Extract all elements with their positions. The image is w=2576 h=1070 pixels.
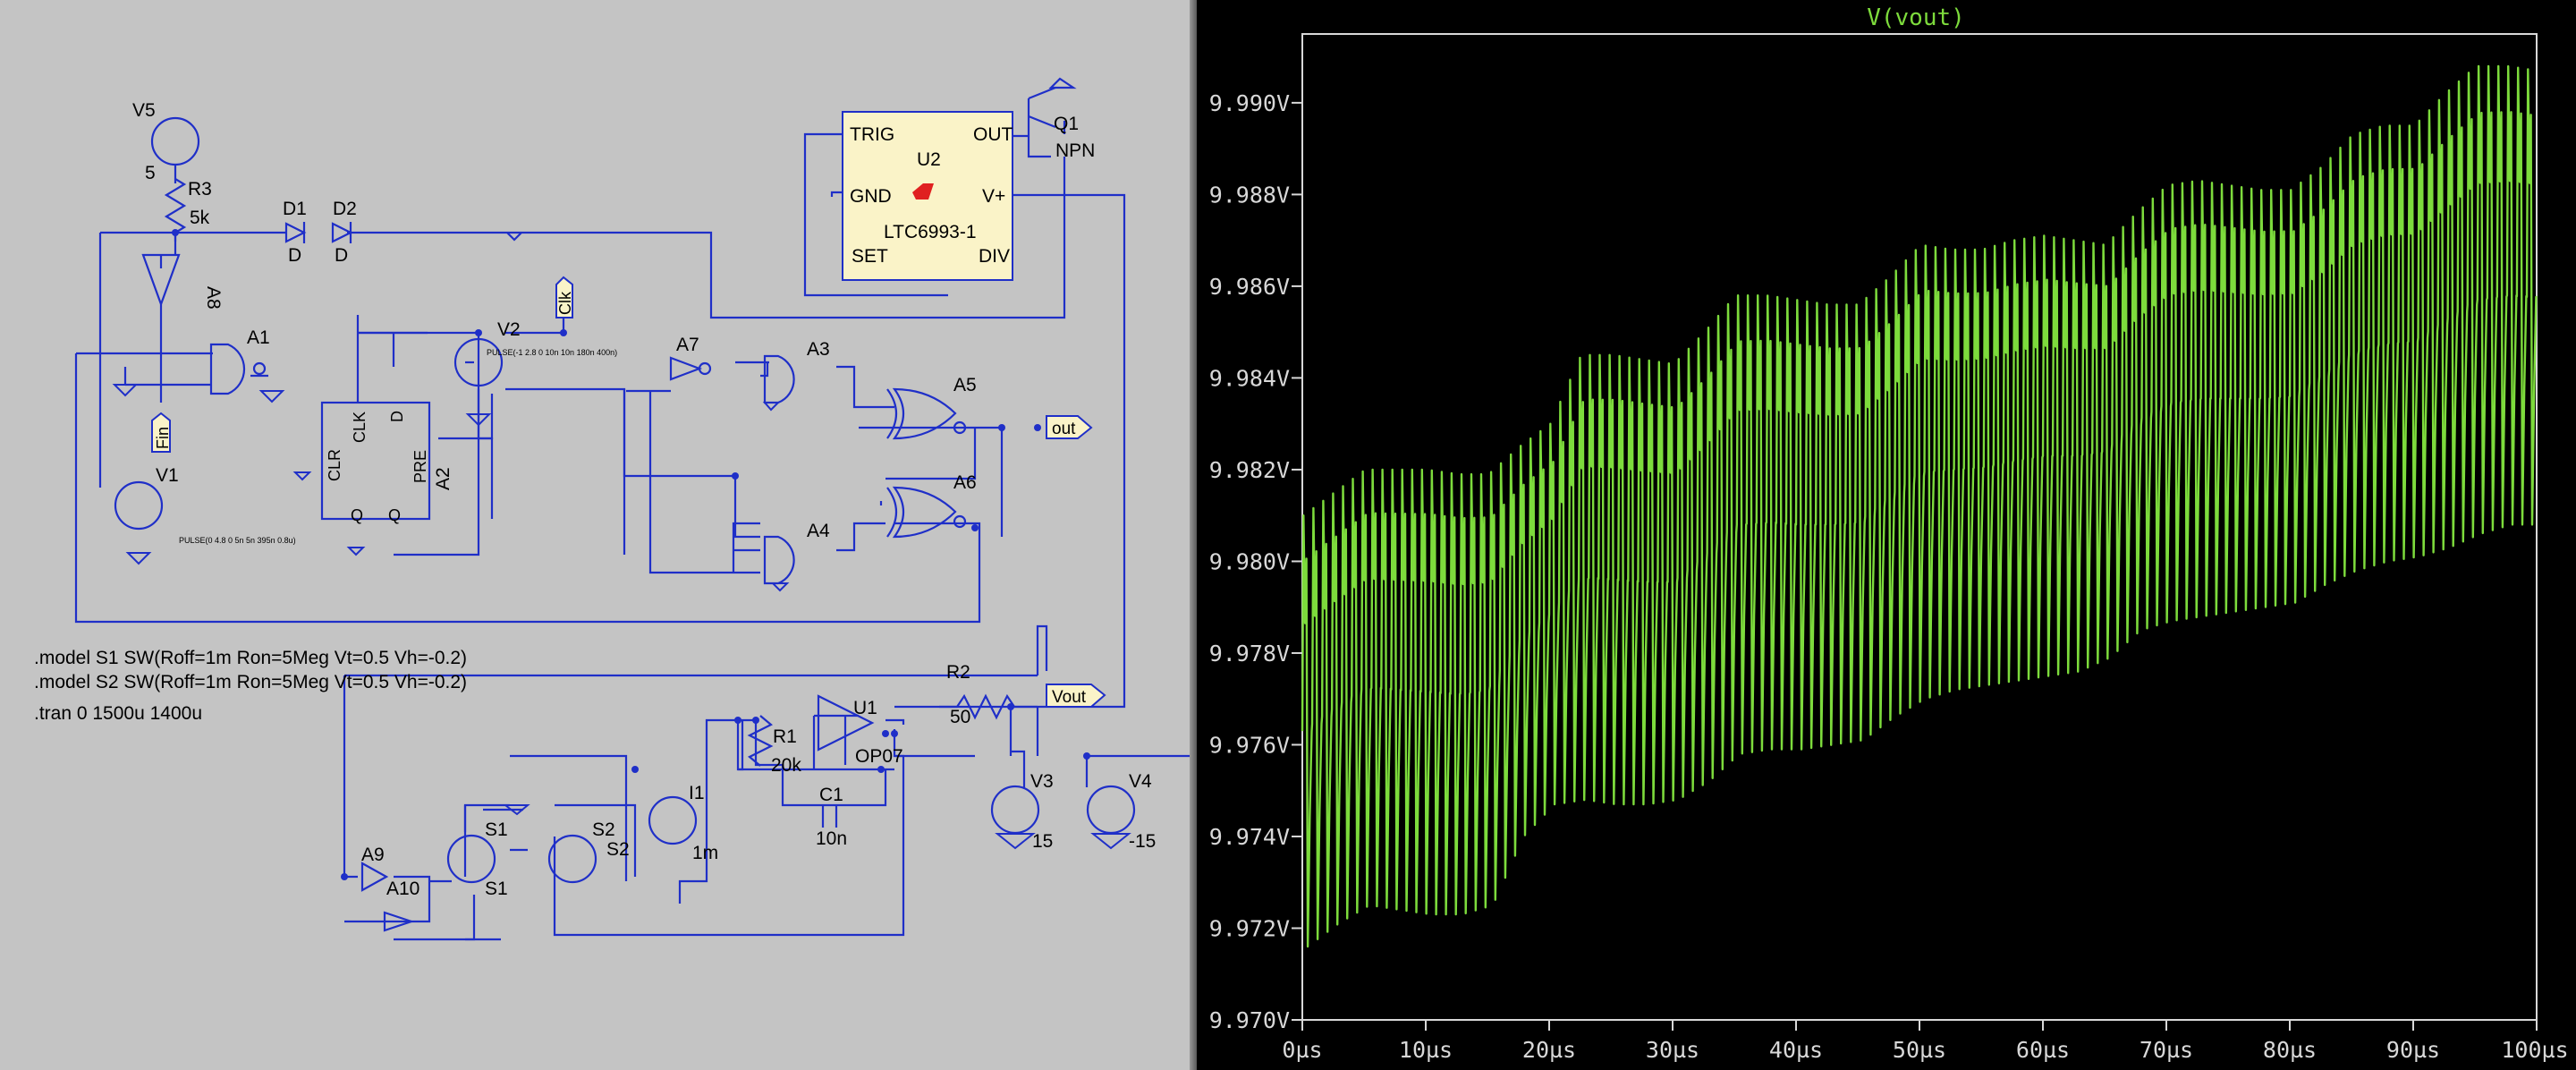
vout-flag-label: Vout: [1052, 688, 1087, 707]
y-tick-label: 9.970V: [1209, 1007, 1290, 1033]
v4-label: V4: [1129, 771, 1152, 792]
waveform-pane[interactable]: V(vout) 9.990V 9.988V 9.986V 9.984V 9.982V 9.…: [1197, 0, 2576, 1070]
u2-out-pin: OUT: [973, 124, 1013, 145]
plot-title[interactable]: V(vout): [1867, 4, 1965, 31]
clk-pin-label: CLK: [351, 412, 369, 443]
u2-trig-pin: TRIG: [850, 124, 894, 145]
u2-part: LTC6993-1: [884, 222, 977, 242]
y-tick-label: 9.980V: [1209, 548, 1290, 574]
a1-label: A1: [247, 327, 270, 348]
r1-label: R1: [773, 726, 797, 747]
qbar-pin-label: Q: [351, 506, 363, 524]
v5-value: 5: [145, 163, 156, 183]
out-flag-label: out: [1052, 420, 1076, 438]
junction-dots: [172, 229, 1090, 880]
y-axis[interactable]: 9.990V 9.988V 9.986V 9.984V 9.982V 9.980V 9.97…: [1209, 90, 1302, 1033]
directive-s2[interactable]: .model S2 SW(Roff=1m Ron=5Meg Vt=0.5 Vh=…: [34, 672, 467, 692]
y-tick-label: 9.982V: [1209, 457, 1290, 483]
s1-label: S1: [485, 819, 508, 840]
a5-label: A5: [953, 375, 977, 395]
x-tick-label: 100µs: [2501, 1037, 2568, 1063]
clr-pin-label: CLR: [326, 449, 343, 481]
i1-label: I1: [689, 783, 705, 803]
d-pin-label: D: [388, 411, 406, 422]
d2-label: D2: [333, 199, 357, 219]
d1-label: D1: [283, 199, 307, 219]
directive-tran[interactable]: .tran 0 1500u 1400u: [34, 703, 202, 724]
c1-label: C1: [819, 785, 843, 805]
x-tick-label: 70µs: [2140, 1037, 2193, 1063]
u1-label: U1: [853, 698, 877, 718]
a2-label: A2: [433, 467, 453, 490]
r1-value: 20k: [771, 755, 801, 776]
v2-source: PULSE(-1 2.8 0 10n 10n 180n 400n): [487, 348, 617, 357]
x-tick-label: 30µs: [1646, 1037, 1699, 1063]
y-tick-label: 9.990V: [1209, 90, 1290, 116]
v4-value: -15: [1129, 831, 1156, 852]
x-tick-label: 90µs: [2386, 1037, 2440, 1063]
schematic-pane[interactable]: V5 5 R3 5k D1 D D2 D A8 A1 V2 PULSE(-1 2…: [0, 0, 1194, 1070]
x-tick-label: 50µs: [1893, 1037, 1946, 1063]
s2-model: S2: [606, 839, 630, 860]
v5-label: V5: [132, 100, 156, 121]
y-tick-label: 9.988V: [1209, 182, 1290, 208]
q1-type: NPN: [1055, 140, 1095, 161]
schematic-wires[interactable]: [74, 77, 1194, 941]
a10-label: A10: [386, 879, 419, 899]
q-pin-label: Q: [388, 506, 401, 524]
a6-label: A6: [953, 472, 977, 493]
y-tick-label: 9.986V: [1209, 274, 1290, 300]
x-tick-label: 60µs: [2016, 1037, 2070, 1063]
r3-value: 5k: [190, 208, 210, 228]
v1-source: PULSE(0 4.8 0 5n 5n 395n 0.8u): [179, 536, 296, 545]
x-tick-label: 40µs: [1769, 1037, 1823, 1063]
v2-label: V2: [497, 319, 521, 340]
v1-label: V1: [156, 465, 179, 486]
d1-value: D: [288, 245, 301, 266]
x-tick-label: 10µs: [1399, 1037, 1453, 1063]
r2-label: R2: [946, 662, 970, 683]
u2-gnd-pin: GND: [850, 186, 892, 207]
a3-label: A3: [807, 339, 830, 360]
r3-label: R3: [188, 179, 212, 200]
y-tick-label: 9.974V: [1209, 824, 1290, 850]
u2-label: U2: [917, 149, 941, 170]
ground-symbols: [112, 384, 1131, 850]
q1-label: Q1: [1054, 114, 1079, 134]
u2-div-pin: DIV: [979, 246, 1010, 267]
y-tick-label: 9.972V: [1209, 915, 1290, 941]
y-tick-label: 9.984V: [1209, 365, 1290, 391]
trace-layer: [1301, 64, 2538, 948]
a8-label: A8: [203, 286, 224, 310]
s2-label: S2: [592, 819, 615, 840]
u2-vplus-pin: V+: [982, 186, 1005, 207]
series-vout-line[interactable]: [1301, 64, 2538, 948]
i1-value: 1m: [692, 843, 718, 863]
u2-set-pin: SET: [852, 246, 888, 267]
directive-s1[interactable]: .model S1 SW(Roff=1m Ron=5Meg Vt=0.5 Vh=…: [34, 648, 467, 668]
fin-flag-label: Fin: [154, 427, 172, 449]
a4-label: A4: [807, 521, 830, 541]
v3-label: V3: [1030, 771, 1054, 792]
d2-value: D: [335, 245, 348, 266]
y-tick-label: 9.976V: [1209, 732, 1290, 758]
v3-value: 15: [1032, 831, 1053, 852]
r2-value: 50: [950, 707, 970, 727]
x-tick-label: 20µs: [1522, 1037, 1576, 1063]
x-axis[interactable]: 0µs 10µs 20µs 30µs 40µs 50µs 60µs 70µs 80µs 90µs 1…: [1282, 1020, 2569, 1063]
a7-label: A7: [676, 335, 699, 355]
s1-model: S1: [485, 879, 508, 899]
u1-part: OP07: [855, 746, 903, 767]
pre-pin-label: PRE: [411, 450, 429, 483]
clk-flag-label: Clk: [556, 291, 574, 315]
a9-label: A9: [361, 845, 385, 865]
c1-value: 10n: [816, 828, 847, 849]
x-tick-label: 0µs: [1282, 1037, 1322, 1063]
x-tick-label: 80µs: [2263, 1037, 2317, 1063]
y-tick-label: 9.978V: [1209, 641, 1290, 667]
